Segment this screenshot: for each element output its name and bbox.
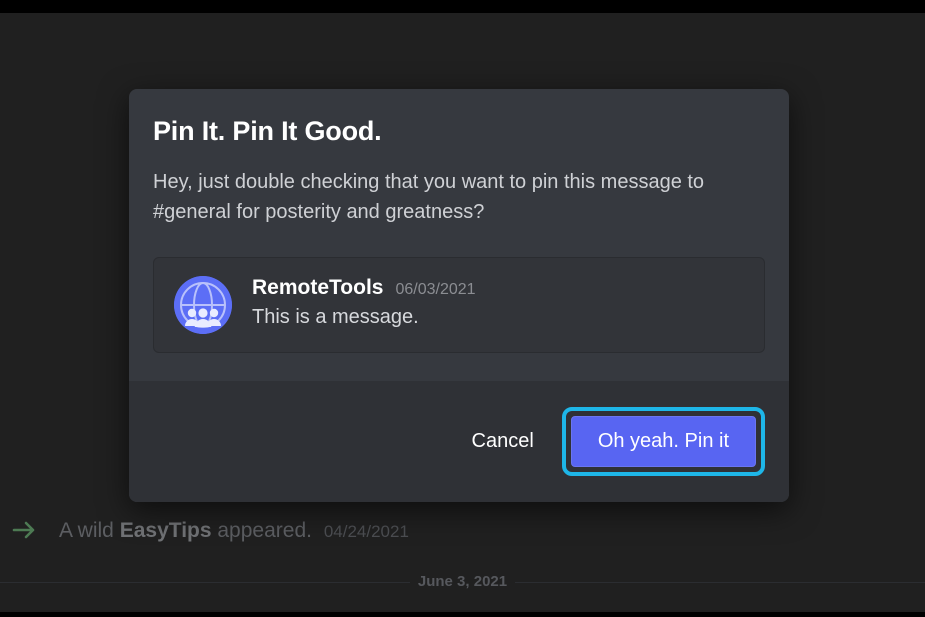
divider-date-label: June 3, 2021: [410, 573, 515, 590]
letterbox-bottom: [0, 612, 925, 617]
modal-footer: Cancel Oh yeah. Pin it: [129, 381, 789, 502]
pin-message-modal: Pin It. Pin It Good. Hey, just double ch…: [129, 89, 789, 502]
system-message-text: A wild EasyTips appeared. 04/24/2021: [59, 520, 409, 541]
confirm-pin-button[interactable]: Oh yeah. Pin it: [571, 416, 756, 467]
message-content: This is a message.: [252, 306, 476, 329]
date-divider: June 3, 2021: [0, 573, 925, 590]
confirm-button-highlight: Oh yeah. Pin it: [562, 407, 765, 476]
avatar: [174, 276, 232, 334]
modal-body: Pin It. Pin It Good. Hey, just double ch…: [129, 89, 789, 381]
message-body: RemoteTools 06/03/2021 This is a message…: [252, 276, 476, 329]
system-message-suffix: appeared.: [212, 519, 312, 542]
message-timestamp: 06/03/2021: [395, 281, 475, 299]
cancel-button[interactable]: Cancel: [468, 422, 538, 461]
letterbox-top: [0, 0, 925, 13]
modal-title: Pin It. Pin It Good.: [153, 116, 765, 147]
system-message-username: EasyTips: [120, 519, 212, 542]
message-header: RemoteTools 06/03/2021: [252, 276, 476, 300]
message-author: RemoteTools: [252, 276, 383, 300]
modal-description: Hey, just double checking that you want …: [153, 167, 765, 227]
system-message-date: 04/24/2021: [324, 522, 409, 541]
system-message-row: A wild EasyTips appeared. 04/24/2021: [11, 518, 409, 542]
arrow-right-icon: [11, 518, 39, 542]
message-preview: RemoteTools 06/03/2021 This is a message…: [153, 257, 765, 353]
system-message-prefix: A wild: [59, 519, 120, 542]
